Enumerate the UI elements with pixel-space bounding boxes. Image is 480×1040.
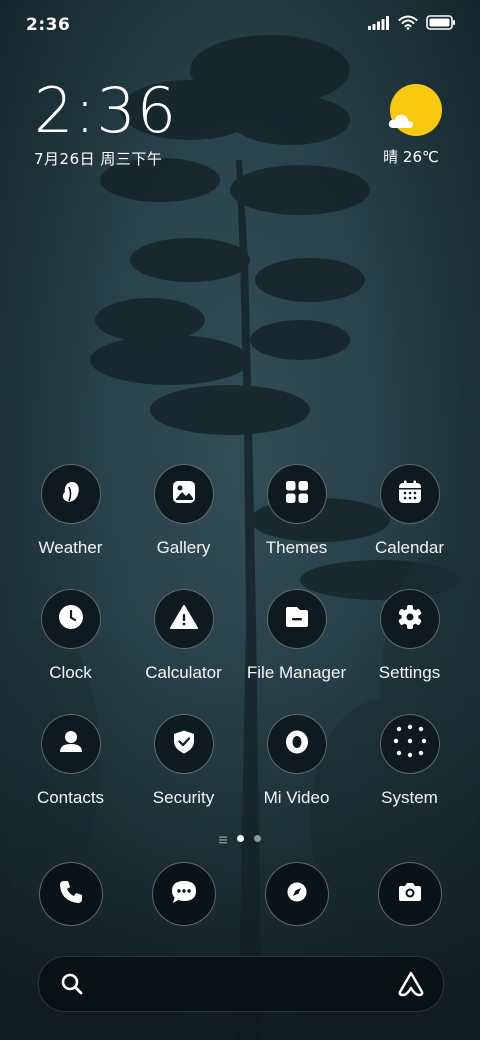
page-indicator[interactable] — [0, 829, 480, 848]
app-calendar[interactable]: Calendar — [353, 464, 466, 558]
system-folder-icon — [387, 719, 433, 769]
signal-icon — [368, 15, 390, 34]
calendar-icon — [397, 479, 423, 509]
app-label: Calculator — [145, 663, 222, 682]
app-themes[interactable]: Themes — [240, 464, 353, 558]
weather-text: 晴 26℃ — [383, 148, 439, 166]
app-gallery[interactable]: Gallery — [127, 464, 240, 558]
search-bar[interactable] — [38, 956, 444, 1012]
gallery-icon — [171, 479, 197, 509]
calculator-icon — [169, 604, 198, 634]
app-label: Mi Video — [263, 788, 330, 807]
camera-icon — [397, 879, 423, 909]
app-label: System — [381, 788, 438, 807]
app-security[interactable]: Security — [127, 714, 240, 808]
dock-browser-button[interactable] — [265, 862, 329, 926]
app-label: File Manager — [246, 663, 347, 682]
clock-widget[interactable]: 2:36 7月26日 周三下午 — [34, 80, 177, 169]
app-label: Gallery — [156, 538, 211, 557]
app-mi-video[interactable]: Mi Video — [240, 714, 353, 808]
search-icon[interactable] — [59, 971, 85, 1001]
phone-icon — [58, 879, 84, 909]
clock-widget-time: 2:36 — [34, 74, 178, 147]
page-dot-active — [237, 835, 244, 842]
status-bar: 2:36 — [0, 0, 480, 50]
app-label: Weather — [38, 538, 103, 557]
messages-icon — [170, 879, 198, 909]
app-label: Clock — [49, 663, 92, 682]
app-weather[interactable]: Weather — [14, 464, 127, 558]
battery-icon — [426, 15, 456, 34]
dock-camera-button[interactable] — [378, 862, 442, 926]
dock-phone-button[interactable] — [39, 862, 103, 926]
dock-messages-button[interactable] — [152, 862, 216, 926]
clock-widget-date: 7月26日 周三下午 — [34, 150, 163, 168]
app-calculator[interactable]: Calculator — [127, 589, 240, 683]
file-manager-icon — [284, 604, 310, 634]
app-label: Calendar — [375, 538, 444, 557]
app-settings[interactable]: Settings — [353, 589, 466, 683]
weather-icon — [58, 479, 84, 509]
contacts-icon — [58, 729, 84, 759]
wifi-icon — [398, 15, 418, 34]
weather-widget[interactable]: 晴 26℃ — [383, 84, 446, 167]
partly-sunny-icon — [388, 84, 442, 136]
clock-icon — [58, 604, 84, 634]
status-time: 2:36 — [26, 15, 71, 35]
page-dot — [254, 835, 261, 842]
settings-icon — [397, 604, 423, 634]
themes-icon — [284, 479, 310, 509]
mi-video-icon — [283, 729, 311, 759]
security-icon — [171, 729, 197, 759]
app-contacts[interactable]: Contacts — [14, 714, 127, 808]
app-file-manager[interactable]: File Manager — [240, 589, 353, 683]
page-list-icon — [219, 829, 227, 848]
app-system-folder[interactable]: System — [353, 714, 466, 808]
app-label: Security — [152, 788, 215, 807]
app-label: Contacts — [36, 788, 105, 807]
app-label: Themes — [265, 538, 328, 557]
app-label: Settings — [378, 663, 441, 682]
browser-icon — [284, 879, 310, 909]
app-clock[interactable]: Clock — [14, 589, 127, 683]
assistant-icon[interactable] — [397, 970, 425, 1002]
